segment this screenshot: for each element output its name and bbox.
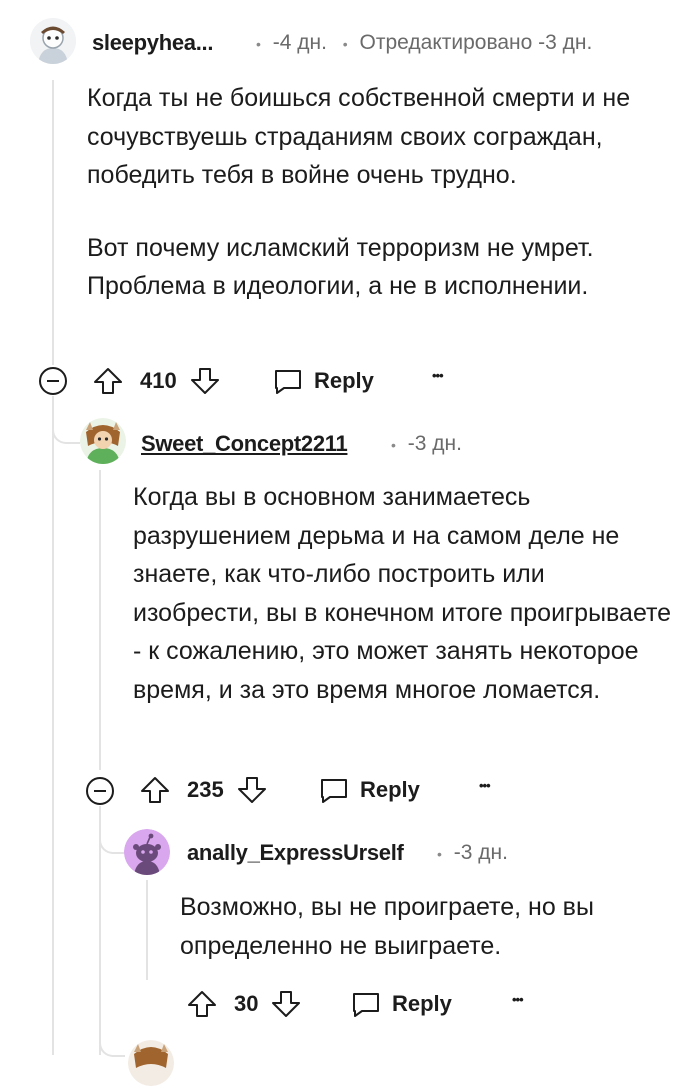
meta-separator: • xyxy=(437,846,442,862)
more-options-icon: ••• xyxy=(432,368,444,383)
comment-timestamp: -3 дн. xyxy=(453,841,508,864)
reply-bubble-icon xyxy=(275,370,301,394)
thread-elbow-3 xyxy=(99,806,125,854)
upvote-button[interactable] xyxy=(92,365,124,397)
downvote-button[interactable] xyxy=(270,988,302,1020)
downvote-icon xyxy=(190,368,219,394)
more-options-button[interactable]: ••• xyxy=(432,368,444,383)
downvote-button[interactable] xyxy=(236,774,268,806)
comment-paragraph: Когда вы в основном занимаетесь разрушен… xyxy=(133,483,672,704)
comment-body: Возможно, вы не проиграете, но вы опреде… xyxy=(180,888,660,965)
comment-meta: • -3 дн. xyxy=(391,432,462,456)
meta-separator: • xyxy=(391,437,396,453)
avatar-sleepyhea[interactable] xyxy=(30,18,76,64)
reply-label: Reply xyxy=(392,991,452,1016)
thread-line-2 xyxy=(99,470,101,770)
avatar-sweet-concept[interactable] xyxy=(80,418,126,464)
avatar-next-comment[interactable] xyxy=(128,1040,174,1086)
thread-elbow-4 xyxy=(99,1010,125,1057)
upvote-button[interactable] xyxy=(139,774,171,806)
vote-count: 30 xyxy=(234,991,259,1016)
vote-group: 30 xyxy=(186,987,302,1021)
collapse-button[interactable] xyxy=(38,366,68,396)
more-options-icon: ••• xyxy=(512,992,524,1007)
collapse-icon xyxy=(39,367,67,395)
thread-elbow-2 xyxy=(52,396,80,444)
snoo-avatar-icon xyxy=(124,829,170,875)
thread-line-1 xyxy=(52,80,54,365)
more-options-button[interactable]: ••• xyxy=(479,778,491,793)
downvote-icon xyxy=(237,777,266,803)
comment-timestamp: -4 дн. xyxy=(272,31,327,54)
reply-label: Reply xyxy=(314,368,374,393)
comment-username[interactable]: sleepyhea... xyxy=(92,30,213,56)
reply-bubble-icon xyxy=(353,993,379,1017)
comment-timestamp: -3 дн. xyxy=(407,432,462,455)
upvote-icon xyxy=(94,368,122,394)
comment-meta: • -4 дн. • Отредактировано -3 дн. xyxy=(256,31,592,55)
thread-line-1-children xyxy=(52,396,54,1055)
comment-username[interactable]: anally_ExpressUrself xyxy=(187,840,404,866)
comment-username[interactable]: Sweet_Concept2211 xyxy=(141,431,348,457)
reply-button[interactable]: Reply xyxy=(318,773,420,807)
collapse-icon xyxy=(86,777,114,805)
downvote-icon xyxy=(272,991,301,1017)
comment-body: Когда вы в основном занимаетесь разрушен… xyxy=(133,478,673,709)
vote-count: 235 xyxy=(187,777,224,802)
upvote-icon xyxy=(188,991,216,1017)
vote-group: 410 xyxy=(92,364,221,398)
reply-button[interactable]: Reply xyxy=(272,364,374,398)
meta-separator: • xyxy=(342,36,348,52)
reply-label: Reply xyxy=(360,777,420,802)
comment-meta: • -3 дн. xyxy=(437,841,508,865)
more-options-icon: ••• xyxy=(479,778,491,793)
reply-button[interactable]: Reply xyxy=(350,987,452,1021)
upvote-icon xyxy=(141,777,169,803)
comment-paragraph: Вот почему исламский терроризм не умрет.… xyxy=(87,233,594,301)
reply-bubble-icon xyxy=(321,779,347,803)
snoo-avatar-icon xyxy=(128,1040,174,1086)
more-options-button[interactable]: ••• xyxy=(512,992,524,1007)
upvote-button[interactable] xyxy=(186,988,218,1020)
comment-paragraph: Возможно, вы не проиграете, но вы опреде… xyxy=(180,893,594,960)
vote-count: 410 xyxy=(140,368,177,393)
downvote-button[interactable] xyxy=(189,365,221,397)
comment-body: Когда ты не боишься собственной смерти и… xyxy=(87,79,667,306)
comment-edited: Отредактировано -3 дн. xyxy=(359,31,593,54)
thread-line-3 xyxy=(146,880,148,980)
avatar-anally-expressurself[interactable] xyxy=(124,829,170,875)
comment-paragraph: Когда ты не боишься собственной смерти и… xyxy=(87,84,631,189)
collapse-button[interactable] xyxy=(85,776,115,806)
snoo-avatar-icon xyxy=(80,418,126,464)
vote-group: 235 xyxy=(139,773,268,807)
meta-separator: • xyxy=(256,36,261,52)
snoo-avatar-icon xyxy=(30,18,76,64)
